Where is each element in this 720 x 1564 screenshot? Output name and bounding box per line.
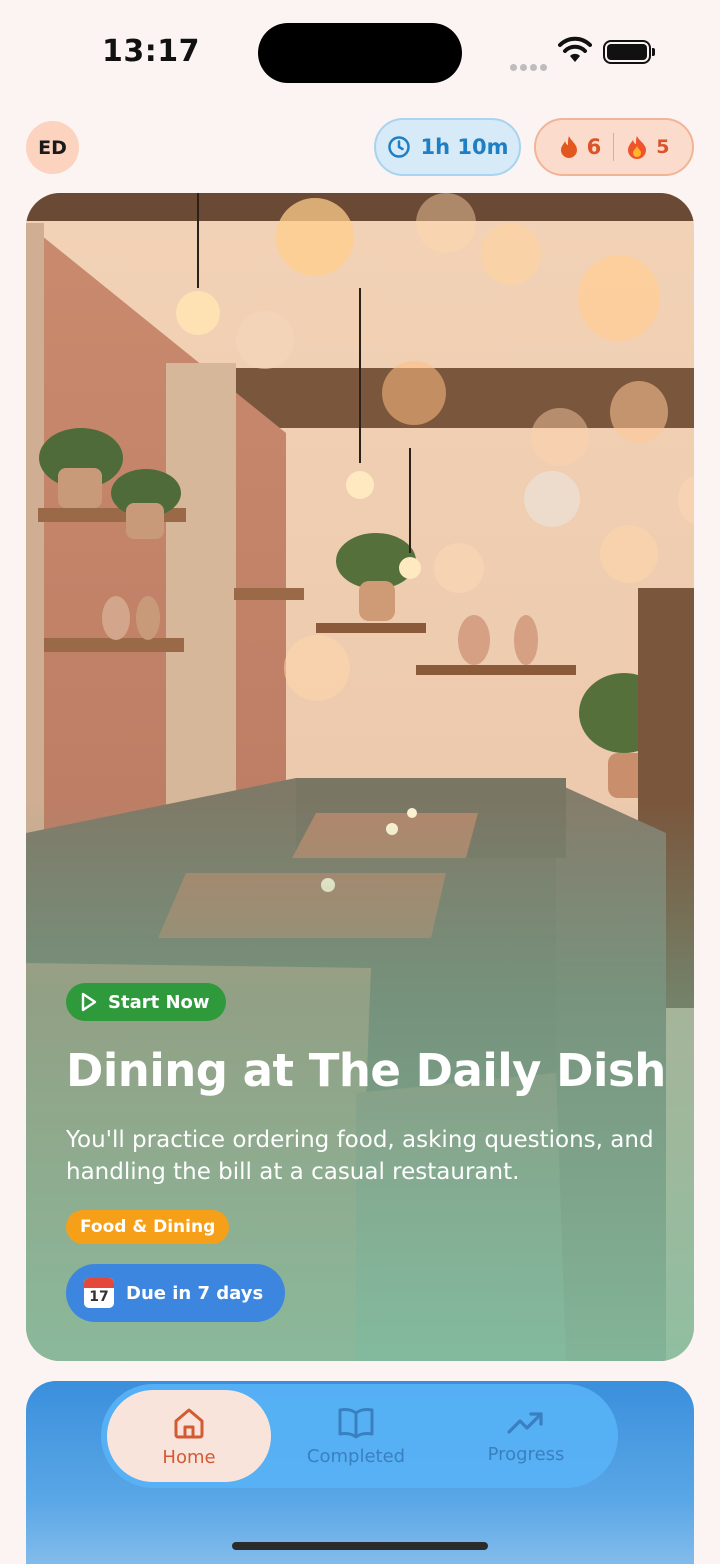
calendar-day: 17 <box>89 1289 109 1305</box>
streak-current-value: 6 <box>586 135 602 159</box>
bokeh-light <box>610 381 668 443</box>
play-icon <box>81 992 97 1012</box>
bokeh-light <box>531 408 589 466</box>
scenario-card[interactable]: Start Now Dining at The Daily Dish You'l… <box>26 193 694 1361</box>
tab-completed-label: Completed <box>306 1445 406 1467</box>
bokeh-light <box>284 635 350 701</box>
tab-progress[interactable]: Progress <box>441 1390 611 1482</box>
home-icon <box>174 1408 204 1438</box>
category-label: Food & Dining <box>80 1217 216 1237</box>
bokeh-light <box>236 311 294 369</box>
streak-badge[interactable]: 6 5 <box>534 118 694 176</box>
bokeh-light <box>434 543 484 593</box>
bokeh-light <box>276 198 354 276</box>
due-date-label: Due in 7 days <box>126 1282 264 1304</box>
start-now-button[interactable]: Start Now <box>66 983 226 1021</box>
bokeh-light <box>578 255 660 341</box>
flame-icon <box>560 136 577 158</box>
tab-bar: Home Completed Progress <box>101 1384 618 1488</box>
trending-up-icon <box>507 1411 543 1434</box>
time-spent-value: 1h 10m <box>420 135 509 159</box>
time-spent-badge[interactable]: 1h 10m <box>374 118 521 176</box>
wifi-icon <box>558 36 592 62</box>
streak-divider <box>613 133 615 161</box>
status-time: 13:17 <box>102 34 200 69</box>
cellular-signal-icon <box>510 56 550 71</box>
book-icon <box>338 1407 374 1438</box>
start-now-label: Start Now <box>108 991 210 1013</box>
bokeh-light <box>416 193 476 253</box>
streak-best-value: 5 <box>656 136 670 158</box>
bokeh-light <box>382 361 446 425</box>
app-screen: 13:17 ED 1h 10m 6 5 Start Now Dining at … <box>0 0 720 1564</box>
battery-icon <box>603 40 655 64</box>
bokeh-light <box>600 525 658 583</box>
calendar-icon: 17 <box>84 1278 114 1308</box>
avatar-initials: ED <box>38 136 67 159</box>
scenario-title: Dining at The Daily Dish <box>66 1044 666 1097</box>
avatar[interactable]: ED <box>26 121 79 174</box>
category-tag: Food & Dining <box>66 1210 230 1244</box>
fire-icon <box>628 136 647 159</box>
home-indicator[interactable] <box>232 1542 488 1550</box>
clock-icon <box>387 136 410 158</box>
tab-home-label: Home <box>162 1446 216 1468</box>
tab-completed[interactable]: Completed <box>271 1390 441 1482</box>
tab-home[interactable]: Home <box>107 1390 271 1482</box>
tab-progress-label: Progress <box>487 1443 565 1465</box>
due-date-button[interactable]: 17 Due in 7 days <box>66 1264 286 1322</box>
bokeh-light <box>481 223 541 285</box>
dynamic-island <box>258 23 462 83</box>
bokeh-light <box>524 471 580 527</box>
status-bar: 13:17 <box>0 0 720 100</box>
scenario-description: You'll practice ordering food, asking qu… <box>66 1127 654 1185</box>
